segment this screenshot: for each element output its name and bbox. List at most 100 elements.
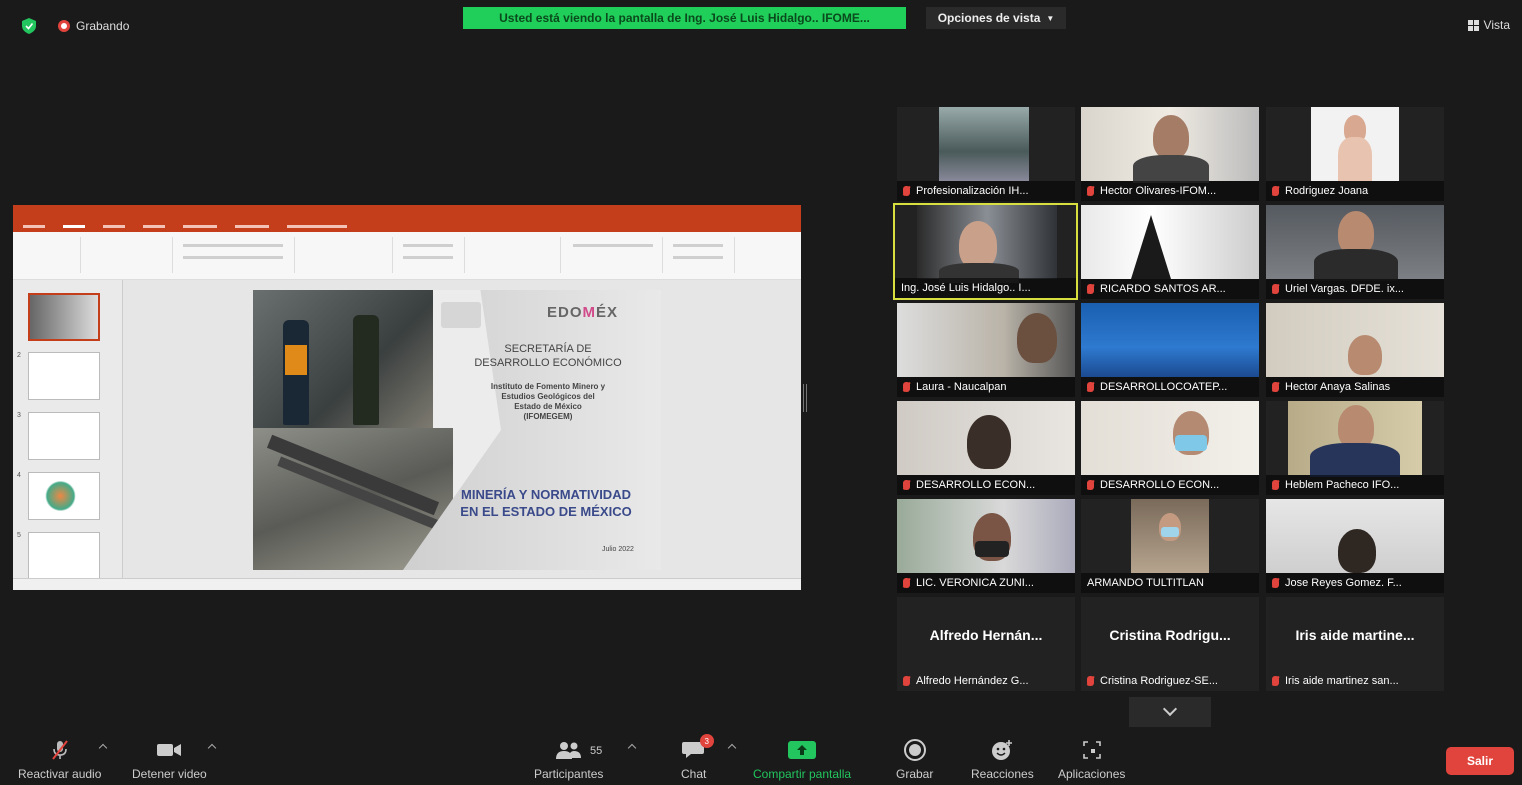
participant-tile-no-video[interactable]: Iris aide martine... Iris aide martinez … bbox=[1266, 597, 1444, 691]
slide-secretaria-line2: DESARROLLO ECONÓMICO bbox=[474, 357, 622, 369]
video-options-caret[interactable] bbox=[207, 743, 217, 753]
participant-name: ARMANDO TULTITLAN bbox=[1087, 577, 1204, 589]
participant-display-name: Cristina Rodrigu... bbox=[1109, 627, 1231, 643]
slide-title-line1: MINERÍA Y NORMATIVIDAD bbox=[461, 487, 631, 502]
reactions-label: Reacciones bbox=[971, 767, 1034, 781]
view-label: Vista bbox=[1483, 18, 1510, 32]
participant-tile[interactable]: Laura - Naucalpan bbox=[897, 303, 1075, 397]
mic-muted-icon bbox=[1087, 382, 1094, 392]
participant-name: Heblem Pacheco IFO... bbox=[1285, 479, 1400, 491]
participant-tile[interactable]: Uriel Vargas. DFDE. ix... bbox=[1266, 205, 1444, 299]
slide-thumbnail[interactable] bbox=[28, 412, 100, 460]
mic-muted-icon bbox=[903, 186, 910, 196]
participant-tile[interactable]: Profesionalización IH... bbox=[897, 107, 1075, 201]
recording-label: Grabando bbox=[76, 19, 130, 33]
mic-muted-icon bbox=[1272, 676, 1279, 686]
record-button[interactable]: Grabar bbox=[896, 739, 933, 781]
chat-options-caret[interactable] bbox=[727, 743, 737, 753]
participant-tile[interactable]: DESARROLLOCOATEP... bbox=[1081, 303, 1259, 397]
participant-tile-no-video[interactable]: Cristina Rodrigu... Cristina Rodriguez-S… bbox=[1081, 597, 1259, 691]
participants-options-caret[interactable] bbox=[627, 743, 637, 753]
participant-tile[interactable]: ARMANDO TULTITLAN bbox=[1081, 499, 1259, 593]
record-label: Grabar bbox=[896, 767, 934, 781]
slide-institute-line4: (IFOMEGEM) bbox=[523, 412, 573, 421]
share-screen-button[interactable]: Compartir pantalla bbox=[753, 739, 851, 781]
participant-display-name: Iris aide martine... bbox=[1295, 627, 1415, 643]
microphone-muted-icon bbox=[51, 740, 68, 760]
grid-view-icon bbox=[1467, 19, 1479, 31]
participant-name: Hector Anaya Salinas bbox=[1285, 381, 1391, 393]
government-seal bbox=[441, 302, 481, 328]
slide-institute-line1: Instituto de Fomento Minero y bbox=[490, 382, 606, 391]
shield-icon[interactable] bbox=[22, 18, 36, 34]
ppt-title-bar bbox=[13, 205, 801, 221]
participant-tile[interactable]: RICARDO SANTOS AR... bbox=[1081, 205, 1259, 299]
view-options-button[interactable]: Opciones de vista ▼ bbox=[926, 7, 1066, 29]
video-camera-icon bbox=[157, 744, 182, 756]
slide-thumbnail[interactable] bbox=[28, 293, 100, 341]
unmute-button[interactable]: Reactivar audio bbox=[18, 739, 101, 781]
participant-tile[interactable]: Heblem Pacheco IFO... bbox=[1266, 401, 1444, 495]
apps-label: Aplicaciones bbox=[1058, 767, 1126, 781]
participant-name: Laura - Naucalpan bbox=[916, 381, 1007, 393]
mic-muted-icon bbox=[1087, 284, 1094, 294]
slide-title-line2: EN EL ESTADO DE MÉXICO bbox=[460, 504, 632, 519]
participant-name: Hector Olivares-IFOM... bbox=[1100, 185, 1217, 197]
slide-thumbnail[interactable] bbox=[28, 352, 100, 400]
participant-name: DESARROLLO ECON... bbox=[916, 479, 1036, 491]
slide-thumbnail[interactable] bbox=[28, 532, 100, 580]
participant-name: RICARDO SANTOS AR... bbox=[1100, 283, 1226, 295]
ppt-workspace: 2 3 4 5 EDOMÉX SECRETARÍA DE DESARROLLO … bbox=[13, 280, 801, 580]
slide-secretaria-line1: SECRETARÍA DE bbox=[504, 343, 592, 355]
slide-thumbnail[interactable] bbox=[28, 472, 100, 520]
slide-institute-line3: Estado de México bbox=[514, 402, 582, 411]
share-screen-icon bbox=[788, 741, 817, 759]
apps-button[interactable]: Aplicaciones bbox=[1058, 739, 1125, 781]
reactions-button[interactable]: Reacciones bbox=[971, 739, 1034, 781]
participant-name: Profesionalización IH... bbox=[916, 185, 1029, 197]
apps-icon bbox=[1082, 741, 1101, 759]
top-bar: Grabando Usted está viendo la pantalla d… bbox=[0, 0, 1522, 50]
slide-photo-miners bbox=[253, 290, 433, 428]
meeting-toolbar: Reactivar audio Detener video Participan… bbox=[0, 733, 1522, 785]
participant-tile[interactable]: Rodriguez Joana bbox=[1266, 107, 1444, 201]
smiley-plus-icon bbox=[992, 740, 1013, 760]
slide-scrollbar[interactable] bbox=[783, 280, 801, 578]
slide-institute-line2: Estudios Geológicos del bbox=[501, 392, 595, 401]
record-icon bbox=[903, 739, 926, 761]
mic-muted-icon bbox=[1087, 480, 1094, 490]
participant-name: DESARROLLO ECON... bbox=[1100, 479, 1220, 491]
ppt-status-bar bbox=[13, 578, 801, 590]
participants-icon bbox=[555, 742, 581, 759]
chat-button[interactable]: 3 Chat bbox=[681, 734, 714, 781]
participant-tile[interactable]: DESARROLLO ECON... bbox=[897, 401, 1075, 495]
participant-tile[interactable]: LIC. VERONICA ZUNI... bbox=[897, 499, 1075, 593]
next-page-button[interactable] bbox=[1129, 697, 1211, 727]
participant-tile-no-video[interactable]: Alfredo Hernán... Alfredo Hernández G... bbox=[897, 597, 1075, 691]
record-icon bbox=[58, 20, 70, 32]
current-slide: EDOMÉX SECRETARÍA DE DESARROLLO ECONÓMIC… bbox=[253, 290, 661, 570]
chat-label: Chat bbox=[681, 767, 707, 781]
participant-name: LIC. VERONICA ZUNI... bbox=[916, 577, 1034, 589]
participant-name: Cristina Rodriguez-SE... bbox=[1100, 675, 1218, 687]
split-handle[interactable] bbox=[803, 384, 807, 412]
ppt-ribbon bbox=[13, 232, 801, 280]
slide-date: Julio 2022 bbox=[602, 546, 634, 553]
participant-name: Jose Reyes Gomez. F... bbox=[1285, 577, 1402, 589]
share-screen-label: Compartir pantalla bbox=[753, 767, 852, 781]
shared-screen[interactable]: 2 3 4 5 EDOMÉX SECRETARÍA DE DESARROLLO … bbox=[13, 205, 801, 590]
participant-tile-active-speaker[interactable]: Ing. José Luis Hidalgo.. I... bbox=[893, 203, 1078, 300]
slide-thumbnails: 2 3 4 5 bbox=[13, 280, 123, 580]
leave-button[interactable]: Salir bbox=[1446, 747, 1514, 775]
recording-indicator[interactable]: Grabando bbox=[58, 19, 129, 33]
participant-name: Rodriguez Joana bbox=[1285, 185, 1369, 197]
view-button[interactable]: Vista bbox=[1467, 18, 1510, 32]
stop-video-button[interactable]: Detener video bbox=[132, 739, 207, 781]
edomex-logo: EDOMÉX bbox=[547, 304, 619, 321]
participant-tile[interactable]: Hector Olivares-IFOM... bbox=[1081, 107, 1259, 201]
participant-tile[interactable]: DESARROLLO ECON... bbox=[1081, 401, 1259, 495]
view-options-label: Opciones de vista bbox=[937, 11, 1041, 25]
mic-muted-icon bbox=[1272, 578, 1279, 588]
participant-tile[interactable]: Jose Reyes Gomez. F... bbox=[1266, 499, 1444, 593]
participant-tile[interactable]: Hector Anaya Salinas bbox=[1266, 303, 1444, 397]
